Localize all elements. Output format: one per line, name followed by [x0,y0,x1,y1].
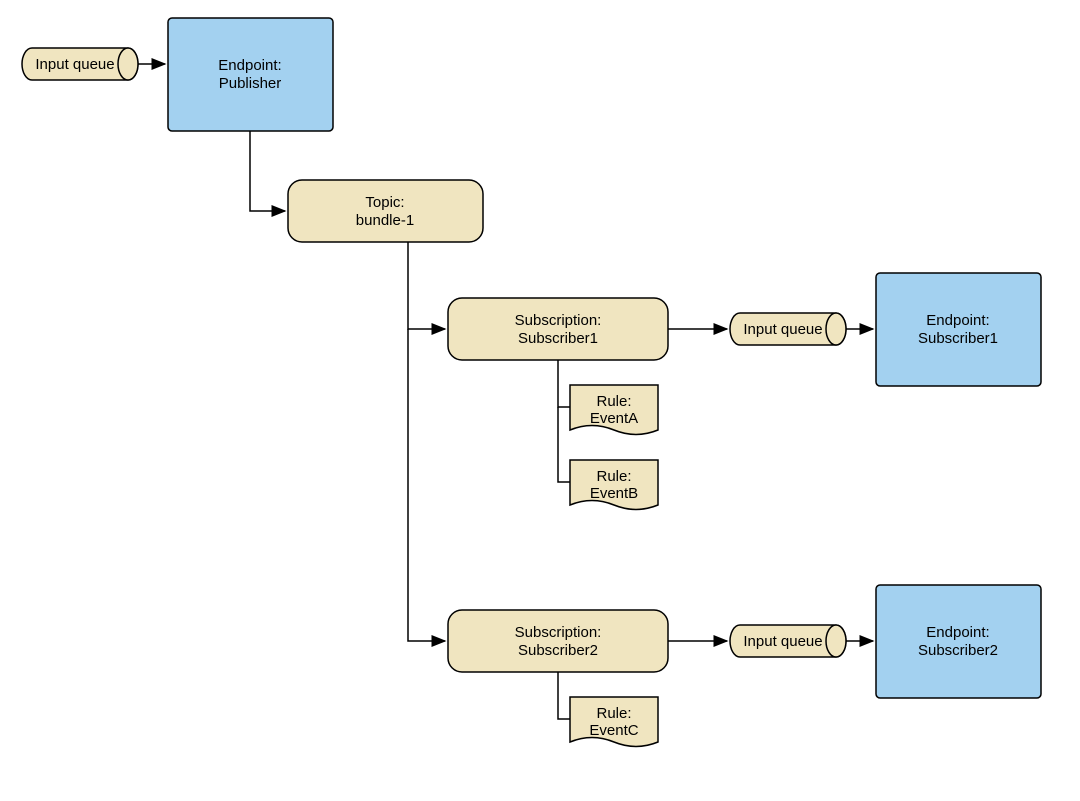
stem-sub2-rule-c [558,672,570,719]
rule-b-line2: EventB [590,485,638,502]
input-queue-sub1: Input queue [730,313,846,345]
arrow-topic-to-sub2 [408,329,445,641]
rule-a-line1: Rule: [596,393,631,410]
subscription2-line1: Subscription: [515,624,602,641]
endpoint-publisher-line2: Publisher [219,75,282,92]
rule-event-c: Rule: EventC [570,697,658,747]
subscription1-line2: Subscriber1 [518,330,598,347]
rule-a-line2: EventA [590,410,638,427]
endpoint-subscriber1: Endpoint: Subscriber1 [876,273,1041,386]
stem-sub1-rule-a [558,360,570,407]
endpoint-publisher: Endpoint: Publisher [168,18,333,131]
stem-rule-b [558,407,570,482]
topic-line1: Topic: [365,194,404,211]
input-queue-sub2: Input queue [730,625,846,657]
input-queue-sub2-label: Input queue [743,633,822,650]
subscription1-line1: Subscription: [515,312,602,329]
arrow-publisher-to-topic [250,131,285,211]
input-queue-publisher: Input queue [22,48,138,80]
endpoint-subscriber2: Endpoint: Subscriber2 [876,585,1041,698]
subscription2-line2: Subscriber2 [518,642,598,659]
rule-b-line1: Rule: [596,468,631,485]
topic-line2: bundle-1 [356,212,414,229]
rule-c-line2: EventC [589,722,638,739]
topic-bundle-1: Topic: bundle-1 [288,180,483,242]
rule-event-b: Rule: EventB [570,460,658,510]
subscription-subscriber1: Subscription: Subscriber1 [448,298,668,360]
input-queue-publisher-label: Input queue [35,56,114,73]
endpoint-sub2-line1: Endpoint: [926,624,989,641]
subscription-subscriber2: Subscription: Subscriber2 [448,610,668,672]
endpoint-sub1-line2: Subscriber1 [918,330,998,347]
endpoint-sub2-line2: Subscriber2 [918,642,998,659]
arrow-topic-to-sub1 [408,242,445,329]
input-queue-sub1-label: Input queue [743,321,822,338]
endpoint-sub1-line1: Endpoint: [926,312,989,329]
rule-c-line1: Rule: [596,705,631,722]
endpoint-publisher-line1: Endpoint: [218,57,281,74]
rule-event-a: Rule: EventA [570,385,658,435]
